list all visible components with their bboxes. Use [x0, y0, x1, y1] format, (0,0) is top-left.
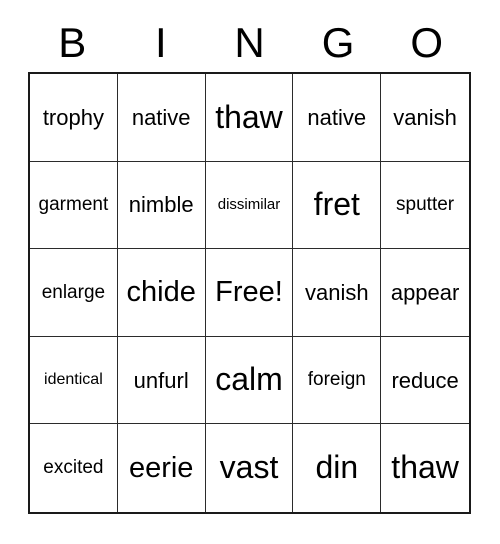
header-letter-i: I	[155, 19, 167, 66]
bingo-header: B I N G O	[28, 18, 471, 68]
bingo-cell-label: identical	[44, 370, 103, 388]
bingo-cell-label: trophy	[42, 104, 104, 130]
bingo-cell-r1c4[interactable]: native	[293, 74, 382, 162]
bingo-cell-label: garment	[38, 193, 109, 215]
bingo-cell-r5c4[interactable]: din	[293, 424, 382, 512]
bingo-cell-r4c1[interactable]: identical	[30, 336, 118, 425]
bingo-cell-r4c3[interactable]: calm	[205, 336, 294, 425]
bingo-cell-r2c3[interactable]: dissimilar	[205, 161, 294, 250]
bingo-cell-r2c5[interactable]: sputter	[381, 161, 469, 250]
bingo-cell-r2c2[interactable]: nimble	[117, 161, 206, 250]
bingo-cell-label: nimble	[128, 192, 194, 218]
header-letter-o: O	[410, 19, 443, 66]
bingo-cell-label: din	[315, 449, 359, 486]
bingo-cell-label: unfurl	[133, 367, 189, 393]
bingo-cell-label: appear	[390, 279, 460, 305]
bingo-cell-r5c3[interactable]: vast	[205, 424, 294, 512]
bingo-cell-r1c3[interactable]: thaw	[205, 74, 294, 162]
bingo-cell-label: eerie	[128, 451, 194, 484]
bingo-cell-r2c1[interactable]: garment	[30, 161, 118, 250]
bingo-cell-label: native	[131, 104, 191, 130]
bingo-grid: trophy native thaw native vanish garment…	[28, 72, 471, 514]
bingo-cell-r5c5[interactable]: thaw	[381, 424, 469, 512]
bingo-cell-r1c5[interactable]: vanish	[381, 74, 469, 162]
bingo-cell-label: fret	[313, 186, 360, 223]
bingo-cell-label: native	[307, 104, 367, 130]
header-letter-b: B	[58, 19, 87, 66]
bingo-cell-label: foreign	[307, 369, 366, 391]
bingo-cell-r2c4[interactable]: fret	[293, 161, 382, 250]
bingo-cell-label: excited	[43, 457, 104, 479]
header-letter-n: N	[234, 19, 265, 66]
free-space-label: Free!	[215, 276, 283, 309]
bingo-cell-r4c4[interactable]: foreign	[293, 336, 382, 425]
header-letter-g: G	[321, 19, 355, 66]
bingo-cell-r3c1[interactable]: enlarge	[30, 249, 118, 337]
bingo-cell-r5c2[interactable]: eerie	[117, 424, 206, 512]
bingo-cell-r4c2[interactable]: unfurl	[117, 336, 206, 425]
bingo-cell-r3c2[interactable]: chide	[117, 249, 206, 337]
bingo-cell-label: thaw	[391, 449, 459, 486]
bingo-cell-label: vanish	[304, 279, 369, 305]
bingo-cell-label: sputter	[396, 193, 455, 215]
bingo-cell-label: vanish	[393, 104, 457, 130]
bingo-cell-label: dissimilar	[217, 196, 281, 214]
bingo-cell-label: calm	[215, 361, 283, 398]
bingo-cell-r4c5[interactable]: reduce	[381, 336, 469, 425]
bingo-cell-label: thaw	[215, 98, 283, 135]
bingo-cell-label: reduce	[391, 367, 459, 393]
bingo-cell-r1c1[interactable]: trophy	[30, 74, 118, 162]
bingo-cell-label: chide	[126, 276, 196, 309]
bingo-cell-r1c2[interactable]: native	[117, 74, 206, 162]
bingo-cell-r5c1[interactable]: excited	[30, 424, 118, 512]
bingo-cell-r3c5[interactable]: appear	[381, 249, 469, 337]
bingo-cell-r3c4[interactable]: vanish	[293, 249, 382, 337]
bingo-cell-label: vast	[219, 449, 279, 486]
bingo-cell-label: enlarge	[41, 281, 106, 303]
bingo-cell-free-space[interactable]: Free!	[205, 249, 294, 337]
bingo-card: B I N G O trophy native thaw native vani…	[0, 0, 500, 544]
